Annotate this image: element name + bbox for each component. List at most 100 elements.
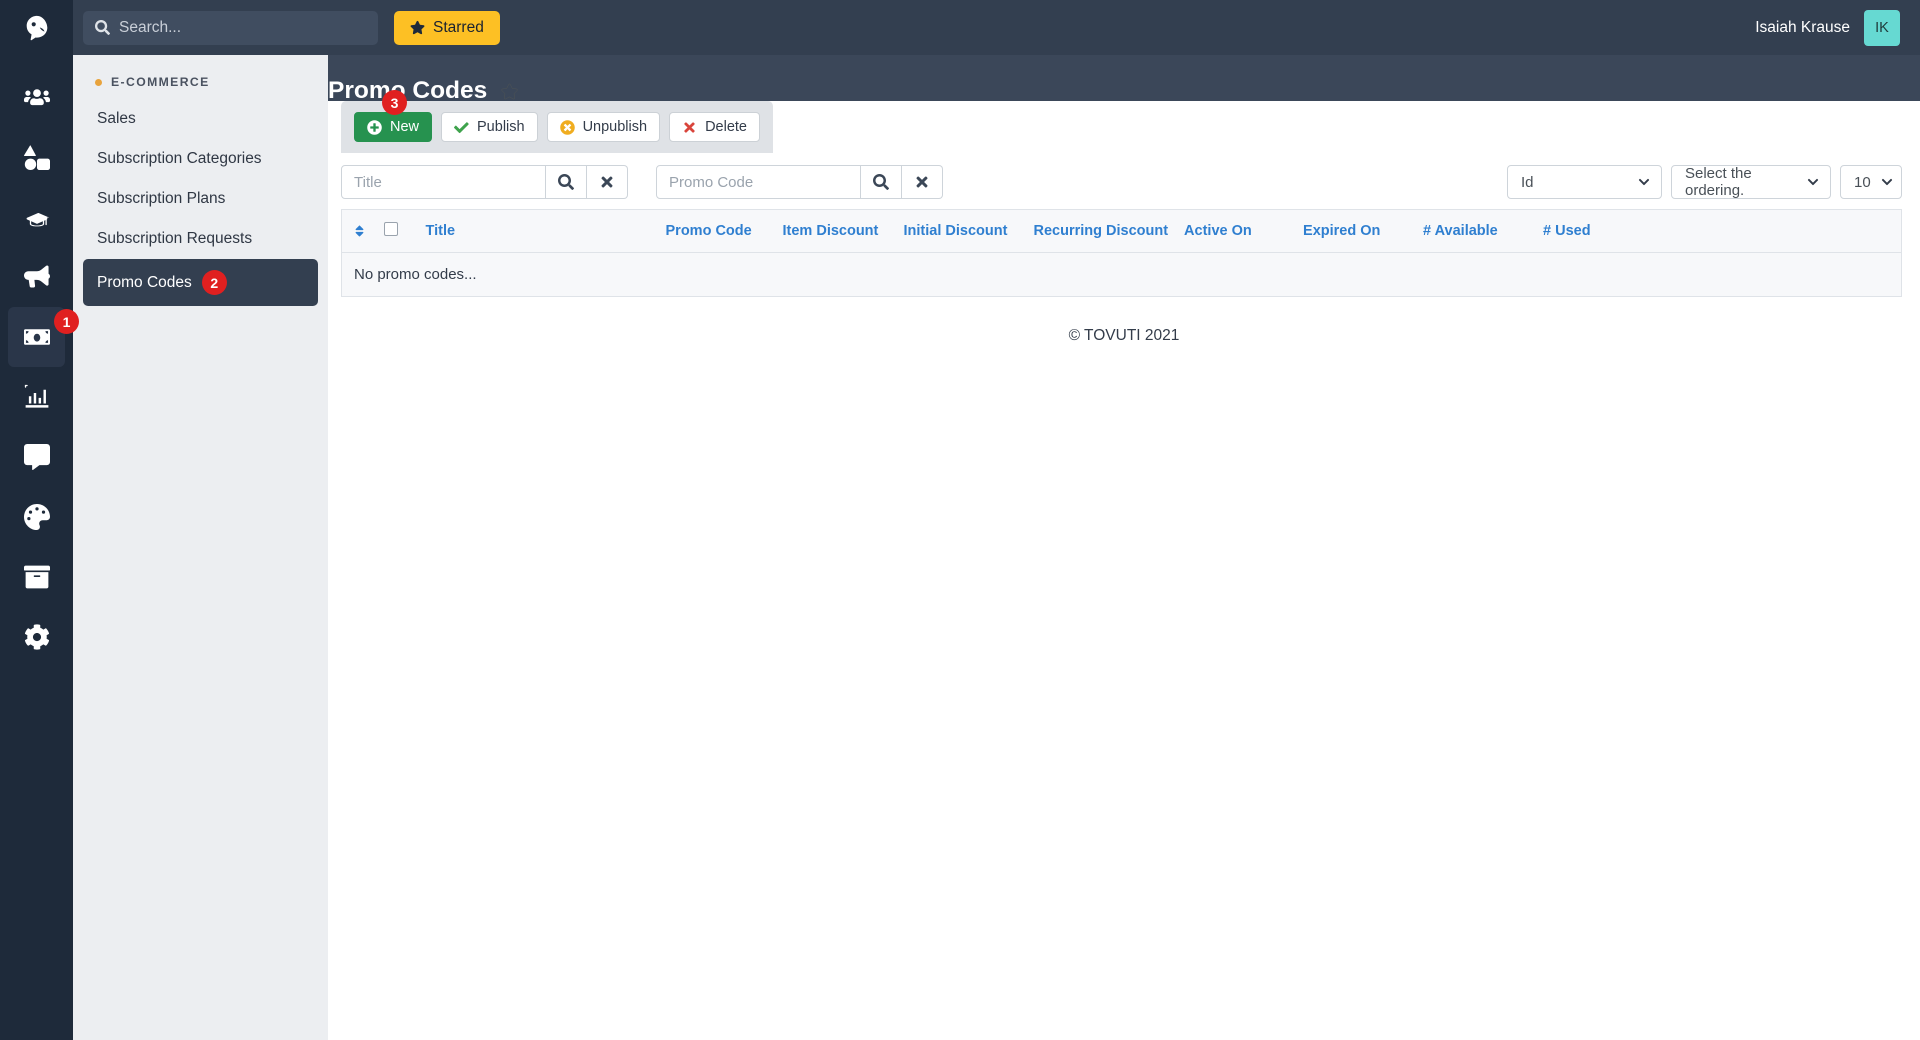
sidebar-item-promo-codes[interactable]: Promo Codes 2 [83, 259, 318, 306]
filter-right-group: Id Select the ordering. 10 [1507, 165, 1902, 199]
sidebar-item-ecommerce[interactable]: 1 [8, 307, 79, 367]
page-size-select[interactable]: 10 [1840, 165, 1902, 199]
users-icon [23, 89, 50, 106]
empty-state-message: No promo codes... [341, 252, 1902, 297]
chevron-down-icon [1807, 178, 1819, 186]
title-search-input[interactable] [341, 165, 546, 199]
plus-circle-icon [367, 119, 382, 135]
new-button[interactable]: New [354, 112, 433, 142]
rail-item-list: 1 [0, 55, 79, 667]
starred-button[interactable]: Starred [394, 10, 500, 45]
times-icon [684, 121, 695, 133]
column-header-initial-discount[interactable]: Initial Discount [895, 209, 1026, 253]
column-header-promo-code[interactable]: Promo Code [657, 209, 775, 253]
search-input[interactable]: Search... [83, 10, 378, 45]
column-header-title[interactable]: Title [417, 209, 658, 253]
sidebar-item-reports[interactable] [0, 367, 73, 427]
title-search-button[interactable] [546, 165, 587, 199]
main-content: Promo Codes 3 New Publish Unpublish Dele… [328, 55, 1920, 1040]
search-icon [95, 20, 110, 35]
sidebar-item-messages[interactable] [0, 427, 73, 487]
publish-button-label: Publish [477, 119, 525, 135]
top-bar: Search... Starred Isaiah Krause IK [73, 0, 1920, 55]
gear-icon [24, 624, 49, 650]
sidebar-item-courses[interactable] [0, 187, 73, 247]
column-header-recurring-discount[interactable]: Recurring Discount [1025, 209, 1177, 253]
times-clear-icon [601, 176, 613, 188]
nav-section-header: E-COMMERCE [83, 67, 318, 99]
delete-button-label: Delete [705, 119, 747, 135]
times-clear-icon [916, 176, 928, 188]
select-all-header[interactable] [375, 209, 418, 253]
check-icon [454, 121, 469, 133]
promo-code-search-input[interactable] [656, 165, 861, 199]
rail-annotation-badge-1: 1 [54, 309, 79, 334]
analytics-chart-icon [24, 384, 48, 408]
chevron-down-icon [1638, 178, 1650, 186]
icon-sidebar: 1 [0, 0, 79, 1040]
sidebar-item-label: Sales [97, 110, 136, 127]
sidebar-item-subscription-requests[interactable]: Subscription Requests [83, 219, 318, 259]
nav-annotation-badge-2: 2 [201, 270, 227, 295]
search-icon [558, 174, 574, 190]
sidebar-item-content[interactable] [0, 547, 73, 607]
publish-button[interactable]: Publish [441, 112, 538, 142]
favorite-star-icon[interactable] [501, 83, 518, 100]
action-toolbar: 3 New Publish Unpublish Delete [341, 90, 773, 153]
sidebar-item-settings[interactable] [0, 607, 73, 667]
money-bill-icon [23, 329, 50, 345]
title-clear-button[interactable] [587, 165, 628, 199]
promo-codes-table-wrap: Title Promo Code Item Discount Initial D… [341, 209, 1903, 297]
section-dot-icon [95, 78, 102, 86]
sidebar-item-users[interactable] [0, 67, 73, 127]
search-placeholder-text: Search... [119, 18, 182, 36]
promo-clear-button[interactable] [902, 165, 943, 199]
sidebar-item-label: Promo Codes [97, 273, 192, 291]
column-header-active-on[interactable]: Active On [1176, 209, 1296, 253]
column-header-used[interactable]: # Used [1535, 209, 1903, 253]
new-button-label: New [390, 119, 420, 135]
sort-field-select[interactable]: Id [1507, 165, 1662, 199]
palette-icon [23, 504, 50, 530]
column-header-item-discount[interactable]: Item Discount [774, 209, 896, 253]
archive-box-icon [23, 565, 50, 589]
sidebar-item-subscription-categories[interactable]: Subscription Categories [83, 139, 318, 179]
user-name: Isaiah Krause [1755, 18, 1850, 36]
filter-bar: Id Select the ordering. 10 [341, 153, 1902, 209]
sort-toggle-header[interactable] [341, 209, 376, 253]
table-head: Title Promo Code Item Discount Initial D… [341, 209, 1903, 253]
column-header-expired-on[interactable]: Expired On [1295, 209, 1416, 253]
table-empty-row: No promo codes... [341, 252, 1902, 297]
star-outline-icon [501, 83, 518, 99]
search-icon [873, 174, 889, 190]
sidebar-item-marketing[interactable] [0, 247, 73, 307]
sidebar-item-sales[interactable]: Sales [83, 99, 318, 139]
megaphone-icon [23, 265, 50, 288]
unpublish-button[interactable]: Unpublish [546, 112, 661, 142]
sidebar-item-appearance[interactable] [0, 487, 73, 547]
sort-icon [355, 225, 364, 237]
graduation-cap-icon [26, 212, 49, 227]
star-filled-icon [410, 20, 425, 35]
column-header-available[interactable]: # Available [1415, 209, 1536, 253]
avatar[interactable]: IK [1864, 9, 1900, 46]
promo-search-button[interactable] [861, 165, 902, 199]
select-all-checkbox[interactable] [383, 222, 398, 236]
sort-field-value: Id [1521, 173, 1534, 191]
table-header-row: Title Promo Code Item Discount Initial D… [341, 209, 1903, 253]
times-circle-icon [559, 119, 575, 135]
sidebar-item-label: Subscription Requests [97, 230, 253, 247]
ordering-select[interactable]: Select the ordering. [1671, 165, 1831, 199]
top-bar-right: Isaiah Krause IK [1755, 9, 1900, 46]
footer-copyright: © TOVUTI 2021 [1068, 327, 1180, 344]
shapes-icon [23, 145, 50, 170]
sidebar-item-subscription-plans[interactable]: Subscription Plans [83, 179, 318, 219]
sidebar-item-label: Subscription Categories [97, 150, 262, 167]
delete-button[interactable]: Delete [669, 112, 760, 142]
promo-filter-group [656, 165, 943, 199]
promo-codes-table: Title Promo Code Item Discount Initial D… [341, 209, 1903, 297]
nav-section-label: E-COMMERCE [111, 75, 210, 89]
app-logo[interactable] [0, 0, 73, 55]
sidebar-item-shapes[interactable] [0, 127, 73, 187]
starred-label: Starred [433, 18, 484, 36]
